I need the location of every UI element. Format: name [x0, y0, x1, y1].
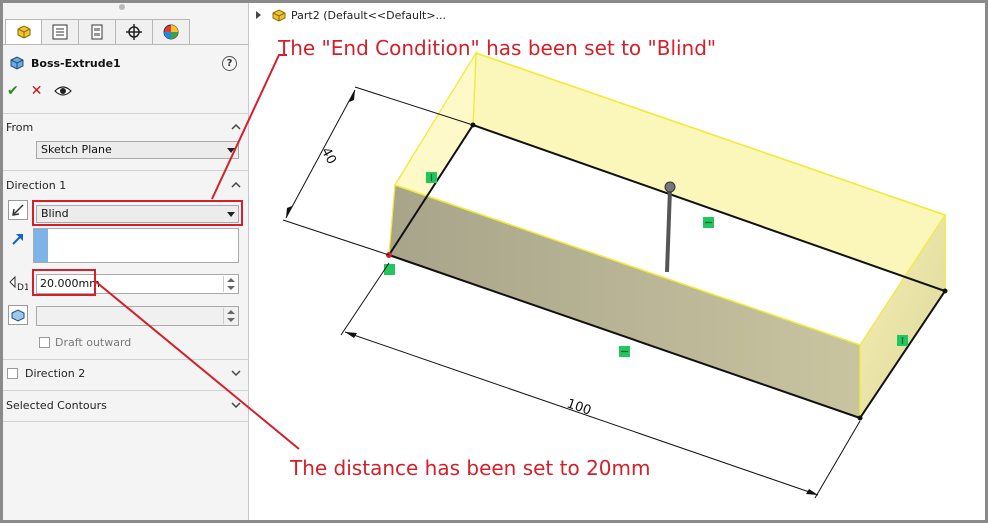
annotation-distance: The distance has been set to 20mm	[290, 456, 651, 480]
extrude-drag-handle[interactable]	[665, 188, 672, 273]
annotation-end-condition: The "End Condition" has been set to "Bli…	[278, 36, 717, 60]
extension-line	[340, 262, 390, 336]
sketch-point	[857, 415, 863, 421]
window-frame: Boss-Extrude1 ? ✔ ✕ From Sketch Plane Di…	[3, 3, 985, 520]
sketch-point	[942, 288, 948, 294]
fixed-relation-marker[interactable]	[384, 264, 395, 275]
extension-line	[814, 420, 861, 499]
callout-line-distance	[94, 280, 300, 450]
extrude-handle-knob[interactable]	[664, 181, 676, 193]
dimension-100-label[interactable]: 100	[565, 396, 593, 418]
callout-line-end-condition	[211, 54, 287, 200]
dimension-arrow	[345, 332, 357, 338]
extension-line	[282, 219, 390, 256]
dimension-arrow	[806, 489, 818, 495]
graphics-viewport[interactable]: 40 100	[3, 3, 985, 520]
dimension-40-label[interactable]: 40	[318, 145, 339, 167]
